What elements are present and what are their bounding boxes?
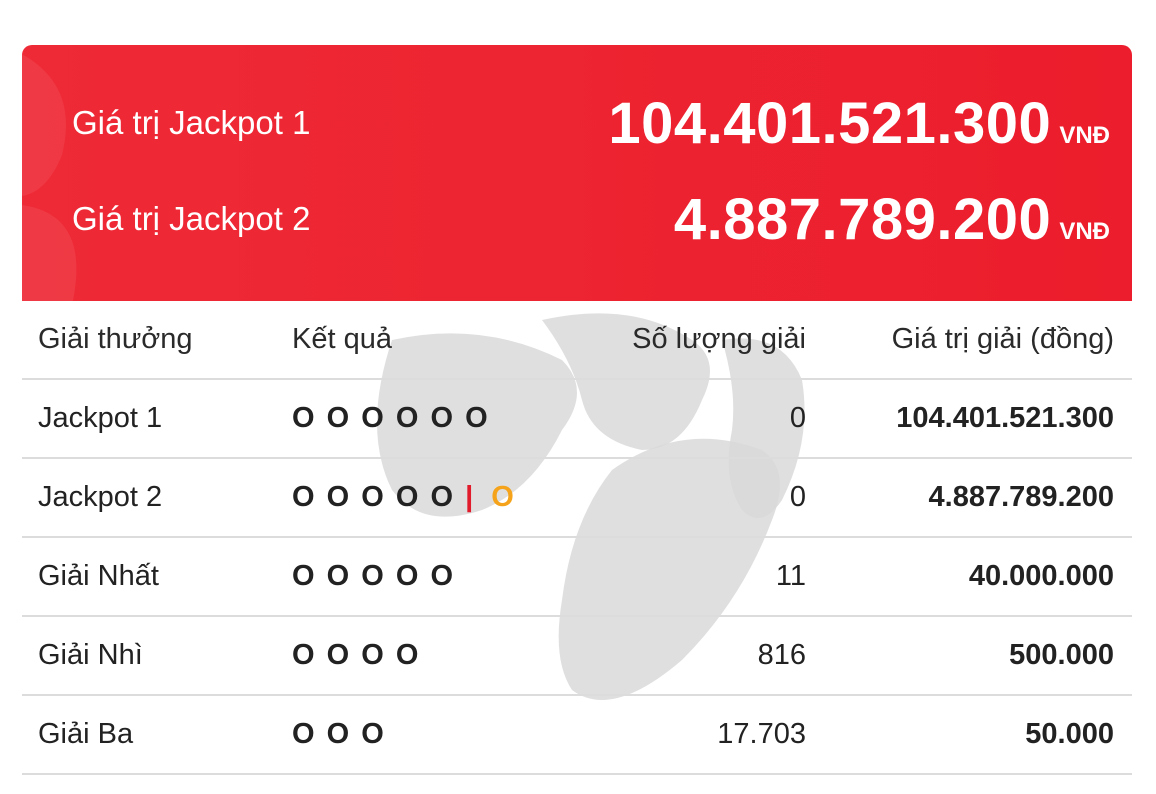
prize-name: Giải Nhì [22, 616, 276, 696]
prize-name: Giải Ba [22, 695, 276, 775]
table-row: Jackpot 2 O O O O O | O 0 4.887.789.200 [22, 458, 1132, 538]
match-balls: O O O O O [276, 537, 540, 617]
winner-count: 17.703 [540, 695, 824, 775]
jackpot-2-amount: 4.887.789.200 VNĐ [674, 186, 1110, 253]
special-ball: O [491, 481, 516, 513]
prize-name: Giải Nhất [22, 537, 276, 617]
winner-count: 11 [540, 537, 824, 617]
prize-value: 4.887.789.200 [824, 458, 1132, 538]
special-separator: | [455, 481, 486, 513]
jackpot-banner: Giá trị Jackpot 1 104.401.521.300 VNĐ Gi… [22, 45, 1132, 301]
match-balls: O O O O O O [276, 379, 540, 459]
header-prize-value: Giá trị giải (đồng) [824, 301, 1132, 380]
prize-name: Jackpot 2 [22, 458, 276, 538]
jackpot-2-row: Giá trị Jackpot 2 4.887.789.200 VNĐ [72, 179, 1110, 259]
jackpot-1-row: Giá trị Jackpot 1 104.401.521.300 VNĐ [72, 83, 1110, 163]
header-winner-count: Số lượng giải [540, 301, 824, 380]
jackpot-card: Giá trị Jackpot 1 104.401.521.300 VNĐ Gi… [22, 45, 1132, 775]
prize-value: 500.000 [824, 616, 1132, 696]
jackpot-2-label: Giá trị Jackpot 2 [72, 200, 311, 237]
winner-count: 0 [540, 379, 824, 459]
winner-count: 816 [540, 616, 824, 696]
jackpot-1-unit: VNĐ [1059, 121, 1110, 149]
header-prize-name: Giải thưởng [22, 301, 276, 380]
match-balls-main: O O O O O [292, 481, 456, 513]
table-header-row: Giải thưởng Kết quả Số lượng giải Giá tr… [22, 301, 1132, 380]
jackpot-2-unit: VNĐ [1059, 217, 1110, 245]
match-balls: O O O O [276, 616, 540, 696]
winner-count: 0 [540, 458, 824, 538]
prize-value: 50.000 [824, 695, 1132, 775]
table-row: Giải Ba O O O 17.703 50.000 [22, 695, 1132, 775]
header-result: Kết quả [276, 301, 540, 380]
match-balls: O O O O O | O [276, 458, 540, 538]
jackpot-1-value: 104.401.521.300 [608, 90, 1052, 156]
prize-value: 40.000.000 [824, 537, 1132, 617]
match-balls: O O O [276, 695, 540, 775]
table-row: Giải Nhất O O O O O 11 40.000.000 [22, 537, 1132, 617]
table-row: Giải Nhì O O O O 816 500.000 [22, 616, 1132, 696]
prize-name: Jackpot 1 [22, 379, 276, 459]
prize-value: 104.401.521.300 [824, 379, 1132, 459]
jackpot-2-value: 4.887.789.200 [673, 186, 1052, 252]
table-row: Jackpot 1 O O O O O O 0 104.401.521.300 [22, 379, 1132, 459]
jackpot-1-label: Giá trị Jackpot 1 [72, 104, 311, 141]
prize-table: Giải thưởng Kết quả Số lượng giải Giá tr… [22, 301, 1132, 775]
jackpot-1-amount: 104.401.521.300 VNĐ [608, 90, 1110, 157]
